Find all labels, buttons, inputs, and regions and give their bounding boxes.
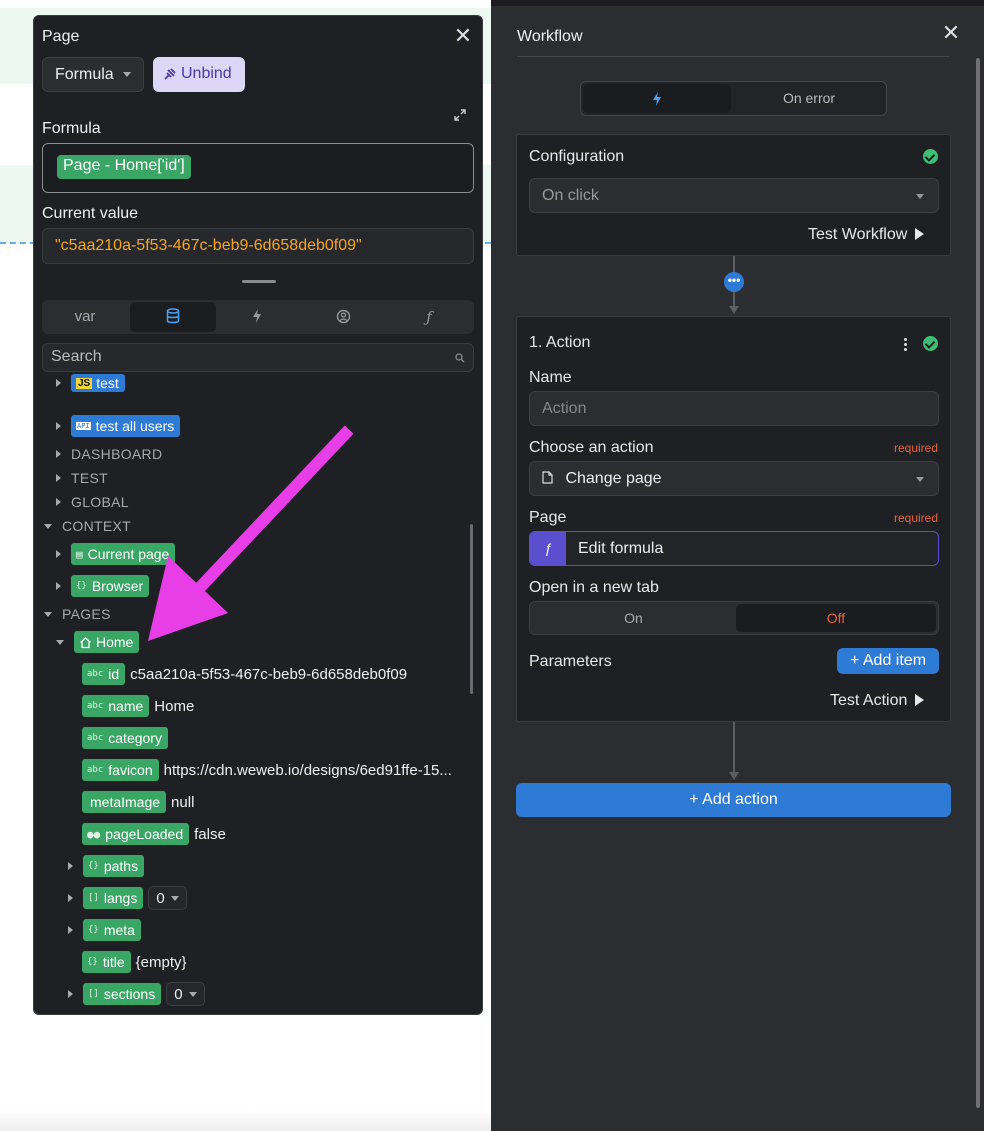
- add-action-button[interactable]: + Add action: [516, 783, 951, 817]
- tab-on-error[interactable]: On error: [734, 84, 884, 113]
- workflow-tabs: On error: [580, 81, 887, 116]
- new-tab-toggle: On Off: [529, 601, 939, 635]
- trigger-value: On click: [542, 187, 599, 204]
- action-card: 1. Action Name Action Choose an action r…: [516, 316, 951, 722]
- connector-arrow: [729, 306, 739, 314]
- chevron-down-icon: [916, 194, 924, 199]
- action-type-select[interactable]: Change page: [529, 461, 939, 496]
- add-item-button[interactable]: + Add item: [837, 648, 939, 674]
- required-label: required: [893, 441, 938, 455]
- more-horizontal-icon[interactable]: •••: [724, 272, 744, 292]
- chevron-down-icon: [916, 477, 924, 482]
- toggle-off[interactable]: Off: [736, 604, 936, 632]
- name-label: Name: [529, 369, 572, 386]
- name-placeholder: Action: [542, 400, 587, 417]
- bolt-icon: [653, 92, 661, 106]
- parameters-label: Parameters: [529, 653, 612, 670]
- divider: [517, 56, 949, 57]
- toggle-on[interactable]: On: [532, 604, 735, 632]
- panel-scrollbar[interactable]: [976, 58, 980, 1108]
- page-formula-field[interactable]: ƒ Edit formula: [529, 531, 939, 566]
- action-type-value: Change page: [565, 470, 662, 487]
- check-circle-icon: [923, 336, 938, 351]
- more-vertical-icon[interactable]: [904, 338, 907, 351]
- check-circle-icon: [923, 149, 938, 164]
- annotation-arrow: [148, 425, 354, 641]
- panel-title: Workflow: [517, 28, 583, 45]
- required-label: required: [893, 511, 938, 525]
- workflow-panel: Workflow ✕ On error Configuration On cli…: [491, 6, 984, 1131]
- test-workflow-label: Test Workflow: [808, 226, 908, 243]
- configuration-card: Configuration On click Test Workflow: [516, 134, 951, 256]
- test-action-button[interactable]: Test Action: [830, 692, 925, 710]
- function-icon: ƒ: [530, 532, 566, 565]
- connector-line: [733, 722, 735, 774]
- configuration-heading: Configuration: [529, 148, 625, 165]
- connector-arrow: [729, 772, 739, 780]
- play-icon: [915, 228, 925, 240]
- new-tab-label: Open in a new tab: [529, 579, 659, 596]
- edit-formula-label: Edit formula: [578, 540, 664, 557]
- test-action-label: Test Action: [830, 692, 908, 709]
- close-icon[interactable]: ✕: [941, 22, 961, 44]
- action-heading: 1. Action: [529, 334, 591, 351]
- action-name-input[interactable]: Action: [529, 391, 939, 426]
- choose-action-label: Choose an action: [529, 439, 654, 456]
- page-label: Page: [529, 509, 567, 526]
- trigger-select[interactable]: On click: [529, 178, 939, 213]
- test-workflow-button[interactable]: Test Workflow: [808, 226, 925, 244]
- tab-trigger[interactable]: [583, 84, 731, 113]
- page-icon: [542, 471, 553, 484]
- play-icon: [915, 694, 925, 706]
